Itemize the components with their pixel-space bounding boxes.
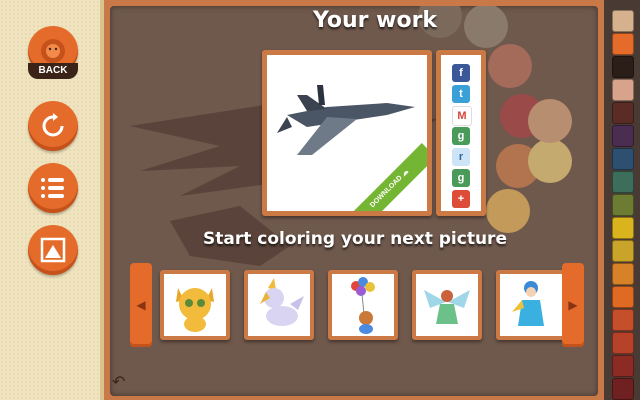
image-icon xyxy=(40,237,66,263)
facebook-icon[interactable]: f xyxy=(452,64,470,82)
reddit-icon[interactable]: r xyxy=(452,148,470,166)
back-label: BACK xyxy=(28,63,78,79)
undo-icon[interactable]: ↶ xyxy=(112,372,125,391)
bear-balloons-picture xyxy=(351,277,375,334)
chevron-right-icon: ▶ xyxy=(568,298,578,312)
thumbnail-fairy[interactable] xyxy=(412,270,482,340)
share-panel-inner: f t M g r g + xyxy=(441,55,481,211)
next-arrow-button[interactable]: ▶ xyxy=(562,263,584,347)
color-swatch[interactable] xyxy=(612,355,634,377)
add-icon[interactable]: + xyxy=(452,190,470,208)
twitter-icon[interactable]: t xyxy=(452,85,470,103)
color-swatch[interactable] xyxy=(612,102,634,124)
color-swatch[interactable] xyxy=(612,309,634,331)
list-icon xyxy=(41,178,64,198)
color-swatch[interactable] xyxy=(612,148,634,170)
cat-picture xyxy=(176,288,214,332)
share-panel: f t M g r g + xyxy=(436,50,486,216)
color-swatch[interactable] xyxy=(612,10,634,32)
color-swatch[interactable] xyxy=(612,194,634,216)
color-swatch[interactable] xyxy=(612,286,634,308)
fairy-picture xyxy=(424,290,470,324)
google-plus-icon[interactable]: g xyxy=(452,127,470,145)
color-swatch[interactable] xyxy=(612,217,634,239)
color-swatch[interactable] xyxy=(612,125,634,147)
google-icon[interactable]: g xyxy=(452,169,470,187)
list-button[interactable] xyxy=(28,163,78,213)
color-swatch[interactable] xyxy=(612,378,634,400)
color-swatch[interactable] xyxy=(612,240,634,262)
thumbnail-cat[interactable] xyxy=(160,270,230,340)
color-swatch[interactable] xyxy=(612,56,634,78)
gallery-heading: Start coloring your next picture xyxy=(203,229,507,249)
refresh-icon xyxy=(42,113,64,137)
thumbnail-unicorn[interactable] xyxy=(244,270,314,340)
color-swatch[interactable] xyxy=(612,332,634,354)
thumbnail-frame xyxy=(500,274,562,336)
thumbnail-frame xyxy=(164,274,226,336)
thumbnail-bear-balloons[interactable] xyxy=(328,270,398,340)
girl-winter-picture xyxy=(512,281,544,326)
restart-button[interactable] xyxy=(28,101,78,151)
lion-icon xyxy=(41,39,65,63)
thumbnail-girl-winter[interactable] xyxy=(496,270,566,340)
gallery-button[interactable] xyxy=(28,225,78,275)
thumbnail-frame xyxy=(248,274,310,336)
color-swatch[interactable] xyxy=(612,79,634,101)
left-sidebar: BACK xyxy=(0,0,104,400)
thumbnail-frame xyxy=(332,274,394,336)
unicorn-picture xyxy=(260,278,304,326)
previous-arrow-button[interactable]: ◀ xyxy=(130,263,152,347)
color-swatch[interactable] xyxy=(612,171,634,193)
page-title: Your work xyxy=(312,8,438,33)
download-icon: ☁ xyxy=(400,168,411,179)
color-swatch[interactable] xyxy=(612,33,634,55)
color-swatch[interactable] xyxy=(612,263,634,285)
gmail-icon[interactable]: M xyxy=(452,106,472,126)
artwork-canvas: DOWNLOAD ☁ xyxy=(267,55,427,211)
chevron-left-icon: ◀ xyxy=(136,298,146,312)
artwork-preview[interactable]: DOWNLOAD ☁ xyxy=(262,50,432,216)
thumbnail-frame xyxy=(416,274,478,336)
